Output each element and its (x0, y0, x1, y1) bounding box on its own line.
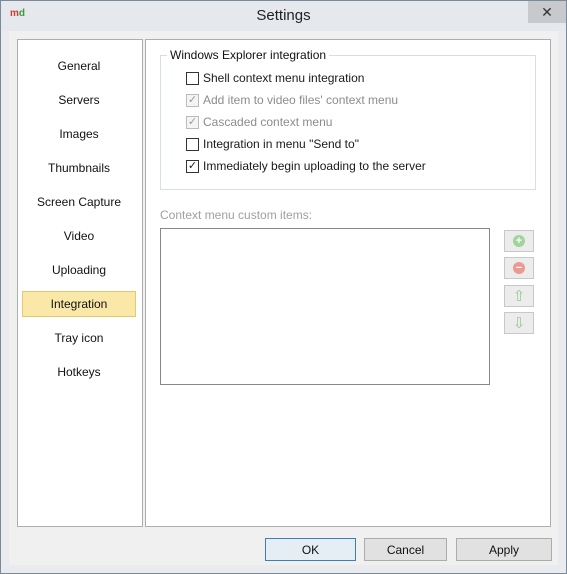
move-up-button[interactable]: ⇧ (504, 285, 534, 307)
checkbox-checked[interactable]: ✓ (186, 115, 199, 129)
group-title: Windows Explorer integration (167, 48, 330, 62)
cancel-button[interactable]: Cancel (364, 538, 447, 561)
option-label: Immediately begin uploading to the serve… (203, 159, 426, 173)
sidebar-item-thumbnails[interactable]: Thumbnails (22, 155, 136, 181)
apply-button[interactable]: Apply (456, 538, 552, 561)
option-label: Integration in menu "Send to" (203, 137, 359, 151)
dialog-client-area: General Servers Images Thumbnails Screen… (9, 31, 558, 565)
remove-icon: − (513, 262, 525, 274)
sidebar-item-images[interactable]: Images (22, 121, 136, 147)
settings-sidebar: General Servers Images Thumbnails Screen… (17, 39, 143, 527)
title-bar[interactable]: md Settings ✕ (1, 1, 566, 31)
sidebar-item-screen-capture[interactable]: Screen Capture (22, 189, 136, 215)
option-label: Cascaded context menu (203, 115, 333, 129)
option-label: Shell context menu integration (203, 71, 365, 85)
video-context-menu-option[interactable]: ✓ Add item to video files' context menu (186, 92, 398, 108)
immediate-upload-option[interactable]: ✓ Immediately begin uploading to the ser… (186, 158, 426, 174)
checkbox-checked[interactable]: ✓ (186, 93, 199, 107)
arrow-up-icon: ⇧ (512, 287, 526, 305)
window-title: Settings (256, 7, 311, 24)
checkbox[interactable] (186, 137, 199, 151)
sidebar-item-general[interactable]: General (22, 53, 136, 79)
shell-context-menu-option[interactable]: Shell context menu integration (186, 70, 364, 86)
sidebar-item-servers[interactable]: Servers (22, 87, 136, 113)
sidebar-item-uploading[interactable]: Uploading (22, 257, 136, 283)
settings-window: md Settings ✕ General Servers Images Thu… (0, 0, 567, 574)
checkbox[interactable] (186, 71, 199, 85)
remove-item-button[interactable]: − (504, 257, 534, 279)
close-icon: ✕ (541, 3, 553, 20)
custom-items-label: Context menu custom items: (160, 208, 313, 222)
send-to-menu-option[interactable]: Integration in menu "Send to" (186, 136, 359, 152)
sidebar-item-tray-icon[interactable]: Tray icon (22, 325, 136, 351)
add-icon: + (513, 235, 525, 247)
ok-button[interactable]: OK (265, 538, 356, 561)
integration-panel: Windows Explorer integration Shell conte… (145, 39, 551, 527)
option-label: Add item to video files' context menu (203, 93, 399, 107)
sidebar-item-integration[interactable]: Integration (22, 291, 136, 317)
sidebar-item-video[interactable]: Video (22, 223, 136, 249)
checkbox-checked[interactable]: ✓ (186, 159, 199, 173)
custom-items-list[interactable] (160, 228, 490, 385)
cascaded-menu-option[interactable]: ✓ Cascaded context menu (186, 114, 332, 130)
arrow-down-icon: ⇩ (512, 314, 526, 332)
add-item-button[interactable]: + (504, 230, 534, 252)
sidebar-item-hotkeys[interactable]: Hotkeys (22, 359, 136, 385)
move-down-button[interactable]: ⇩ (504, 312, 534, 334)
close-button[interactable]: ✕ (528, 1, 566, 23)
